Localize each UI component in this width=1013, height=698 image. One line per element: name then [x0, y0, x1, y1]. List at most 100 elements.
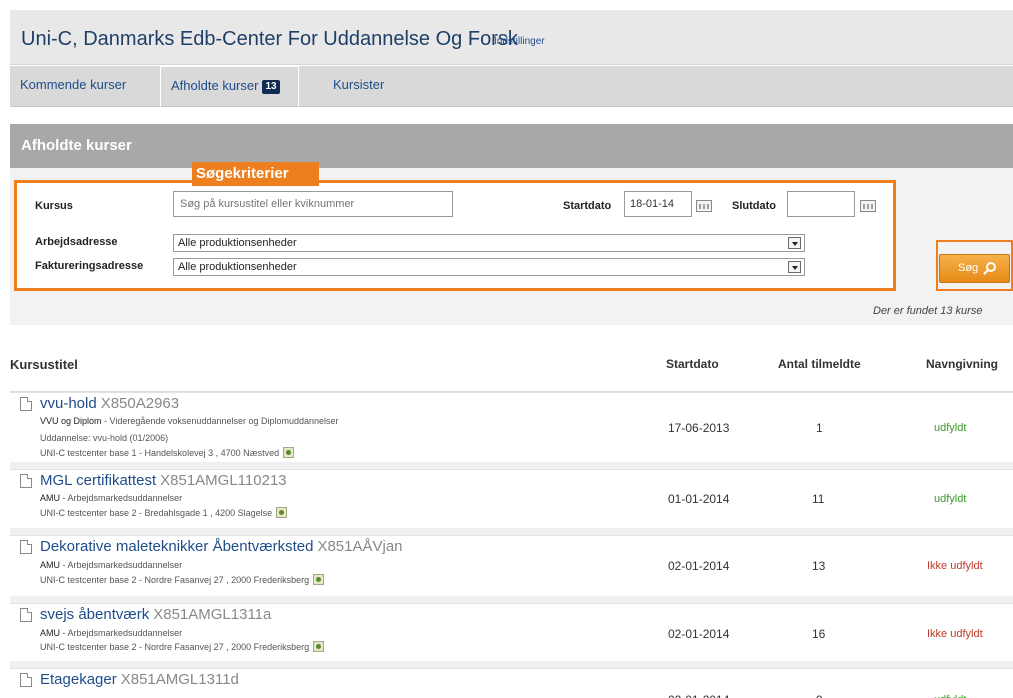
chevron-down-icon[interactable]	[788, 261, 801, 273]
location-icon[interactable]	[313, 641, 325, 652]
calendar-icon[interactable]	[696, 200, 712, 212]
app-header: Uni-C, Danmarks Edb-Center For Uddannels…	[10, 10, 1013, 65]
selected-value: Alle produktionsenheder	[178, 261, 297, 273]
course-title-link[interactable]: Etagekager X851AMGL1311d	[40, 671, 239, 688]
tab-label: Kommende kurser	[20, 77, 127, 92]
course-category: AMU - Arbejdsmarkedsuddannelser	[40, 560, 183, 570]
enrolled-count: 1	[816, 421, 823, 435]
course-title-link[interactable]: svejs åbentværk X851AMGL1311a	[40, 606, 271, 623]
search-criteria-label: Søgekriterier	[192, 162, 319, 186]
panel-title: Afholdte kurser	[21, 137, 132, 154]
course-code: X851AMGL1311d	[120, 671, 239, 688]
column-header-kursustitel[interactable]: Kursustitel	[10, 357, 78, 372]
location-text: UNI-C testcenter base 2 - Nordre Fasanve…	[40, 642, 310, 652]
category-name: AMU	[40, 560, 60, 570]
course-title[interactable]: svejs åbentværk	[40, 606, 149, 623]
organization-name: Uni-C, Danmarks Edb-Center For Uddannels…	[21, 28, 518, 50]
naming-status: udfyldt	[934, 422, 967, 434]
enrolled-count: 13	[812, 559, 826, 573]
tab-afholdte-kurser[interactable]: Afholdte kurser 13	[160, 66, 299, 121]
start-date: 02-01-2014	[668, 627, 730, 641]
table-row[interactable]: svejs åbentværk X851AMGL1311a AMU - Arbej…	[10, 603, 1013, 661]
naming-status: udfyldt	[934, 694, 966, 698]
count-badge: 13	[262, 80, 280, 94]
location-icon[interactable]	[283, 447, 295, 458]
category-description: Arbejdsmarkedsuddannelser	[67, 560, 183, 570]
tab-kursister[interactable]: Kursister	[333, 66, 384, 107]
document-icon	[20, 397, 32, 411]
course-code: X851AMGL1311a	[153, 606, 272, 623]
result-count: Der er fundet 13 kurse	[873, 305, 983, 317]
search-icon	[986, 262, 996, 272]
chevron-down-icon[interactable]	[788, 237, 801, 249]
results-table-header: Kursustitel Startdato Antal tilmeldte Na…	[10, 337, 1013, 392]
arbejdsadresse-select[interactable]: Alle produktionsenheder	[173, 234, 805, 252]
category-name: AMU	[40, 493, 60, 503]
location-text: UNI-C testcenter base 2 - Bredahlsgade 1…	[40, 508, 273, 518]
app-root: Uni-C, Danmarks Edb-Center For Uddannels…	[0, 0, 1013, 698]
course-location: UNI-C testcenter base 2 - Nordre Fasanve…	[40, 574, 325, 585]
table-row[interactable]: EtagekagerX851AMGL1311d 02-01-2014 9 udf…	[10, 668, 1013, 698]
start-date: 17-06-2013	[668, 421, 730, 435]
table-row[interactable]: vvu-hold X850A2963 VVU og Diplom - Videre…	[10, 392, 1013, 462]
faktureringsadresse-select[interactable]: Alle produktionsenheder	[173, 258, 805, 276]
naming-status: udfyldt	[934, 493, 967, 505]
course-title[interactable]: Dekorative maleteknikker Åbentværksted	[40, 538, 313, 555]
column-header-navngivning[interactable]: Navngivning	[926, 357, 998, 371]
slutdato-input[interactable]	[787, 191, 855, 217]
tab-label: Afholdte kurser	[171, 78, 259, 93]
row-separator	[10, 528, 1013, 535]
course-title-link[interactable]: vvu-hold X850A2963	[40, 395, 179, 412]
column-header-antal-tilmeldte[interactable]: Antal tilmeldte	[778, 357, 861, 371]
column-header-startdato[interactable]: Startdato	[666, 357, 719, 371]
row-separator	[10, 661, 1013, 668]
course-code: X850A2963	[100, 395, 180, 412]
search-button-label: Søg	[958, 262, 979, 274]
tab-label: Kursister	[333, 77, 385, 92]
document-icon	[20, 474, 32, 488]
startdato-input[interactable]	[624, 191, 692, 217]
search-button[interactable]: Søg	[939, 254, 1010, 283]
course-category: AMU - Arbejdsmarkedsuddannelser	[40, 628, 183, 638]
tab-bar: Kommende kurser Afholdte kurser 13 Kursis…	[10, 66, 1013, 121]
course-location: UNI-C testcenter base 2 - Bredahlsgade 1…	[40, 507, 288, 518]
startdato-label: Startdato	[563, 200, 612, 212]
course-title-link[interactable]: Dekorative maleteknikker Åbentværksted X8…	[40, 538, 403, 555]
calendar-icon[interactable]	[860, 200, 876, 212]
course-title[interactable]: MGL certifikattest	[40, 472, 156, 489]
location-icon[interactable]	[313, 574, 325, 585]
enrolled-count: 16	[812, 627, 826, 641]
kursus-search-input[interactable]	[173, 191, 453, 217]
naming-status: Ikke udfyldt	[927, 628, 983, 640]
course-category: VVU og Diplom - Videregående voksenuddan…	[40, 416, 339, 426]
location-text: UNI-C testcenter base 1 - Handelskolevej…	[40, 448, 280, 458]
category-description: Arbejdsmarkedsuddannelser	[67, 628, 183, 638]
course-title[interactable]: vvu-hold	[40, 395, 97, 412]
kursus-label: Kursus	[35, 200, 73, 212]
course-title[interactable]: Etagekager	[40, 671, 117, 688]
slutdato-label: Slutdato	[732, 200, 776, 212]
document-icon	[20, 608, 32, 622]
tab-kommende-kurser[interactable]: Kommende kurser	[20, 66, 126, 107]
active-tab-caret-icon	[221, 103, 239, 121]
panel-header: Afholdte kurser	[10, 124, 1013, 168]
table-row[interactable]: MGL certifikattest X851AMGL110213 AMU - A…	[10, 469, 1013, 528]
enrolled-count: 9	[816, 693, 823, 698]
location-text: UNI-C testcenter base 2 - Nordre Fasanve…	[40, 575, 310, 585]
row-separator	[10, 596, 1013, 603]
course-code: X851AMGL110213	[160, 472, 287, 489]
course-location: UNI-C testcenter base 2 - Nordre Fasanve…	[40, 641, 325, 652]
start-date: 02-01-2014	[668, 693, 729, 698]
course-category: AMU - Arbejdsmarkedsuddannelser	[40, 493, 183, 503]
category-name: VVU og Diplom	[40, 416, 102, 426]
table-row[interactable]: Dekorative maleteknikker Åbentværksted X8…	[10, 535, 1013, 596]
category-description: Arbejdsmarkedsuddannelser	[67, 493, 183, 503]
course-title-link[interactable]: MGL certifikattest X851AMGL110213	[40, 472, 287, 489]
arbejdsadresse-label: Arbejdsadresse	[35, 236, 118, 248]
course-location: UNI-C testcenter base 1 - Handelskolevej…	[40, 447, 295, 458]
settings-link[interactable]: Indstillinger	[494, 36, 545, 47]
course-extra: Uddannelse: vvu-hold (01/2006)	[40, 433, 169, 443]
location-icon[interactable]	[276, 507, 288, 518]
selected-value: Alle produktionsenheder	[178, 237, 297, 249]
course-code: X851AÅVjan	[317, 538, 403, 555]
